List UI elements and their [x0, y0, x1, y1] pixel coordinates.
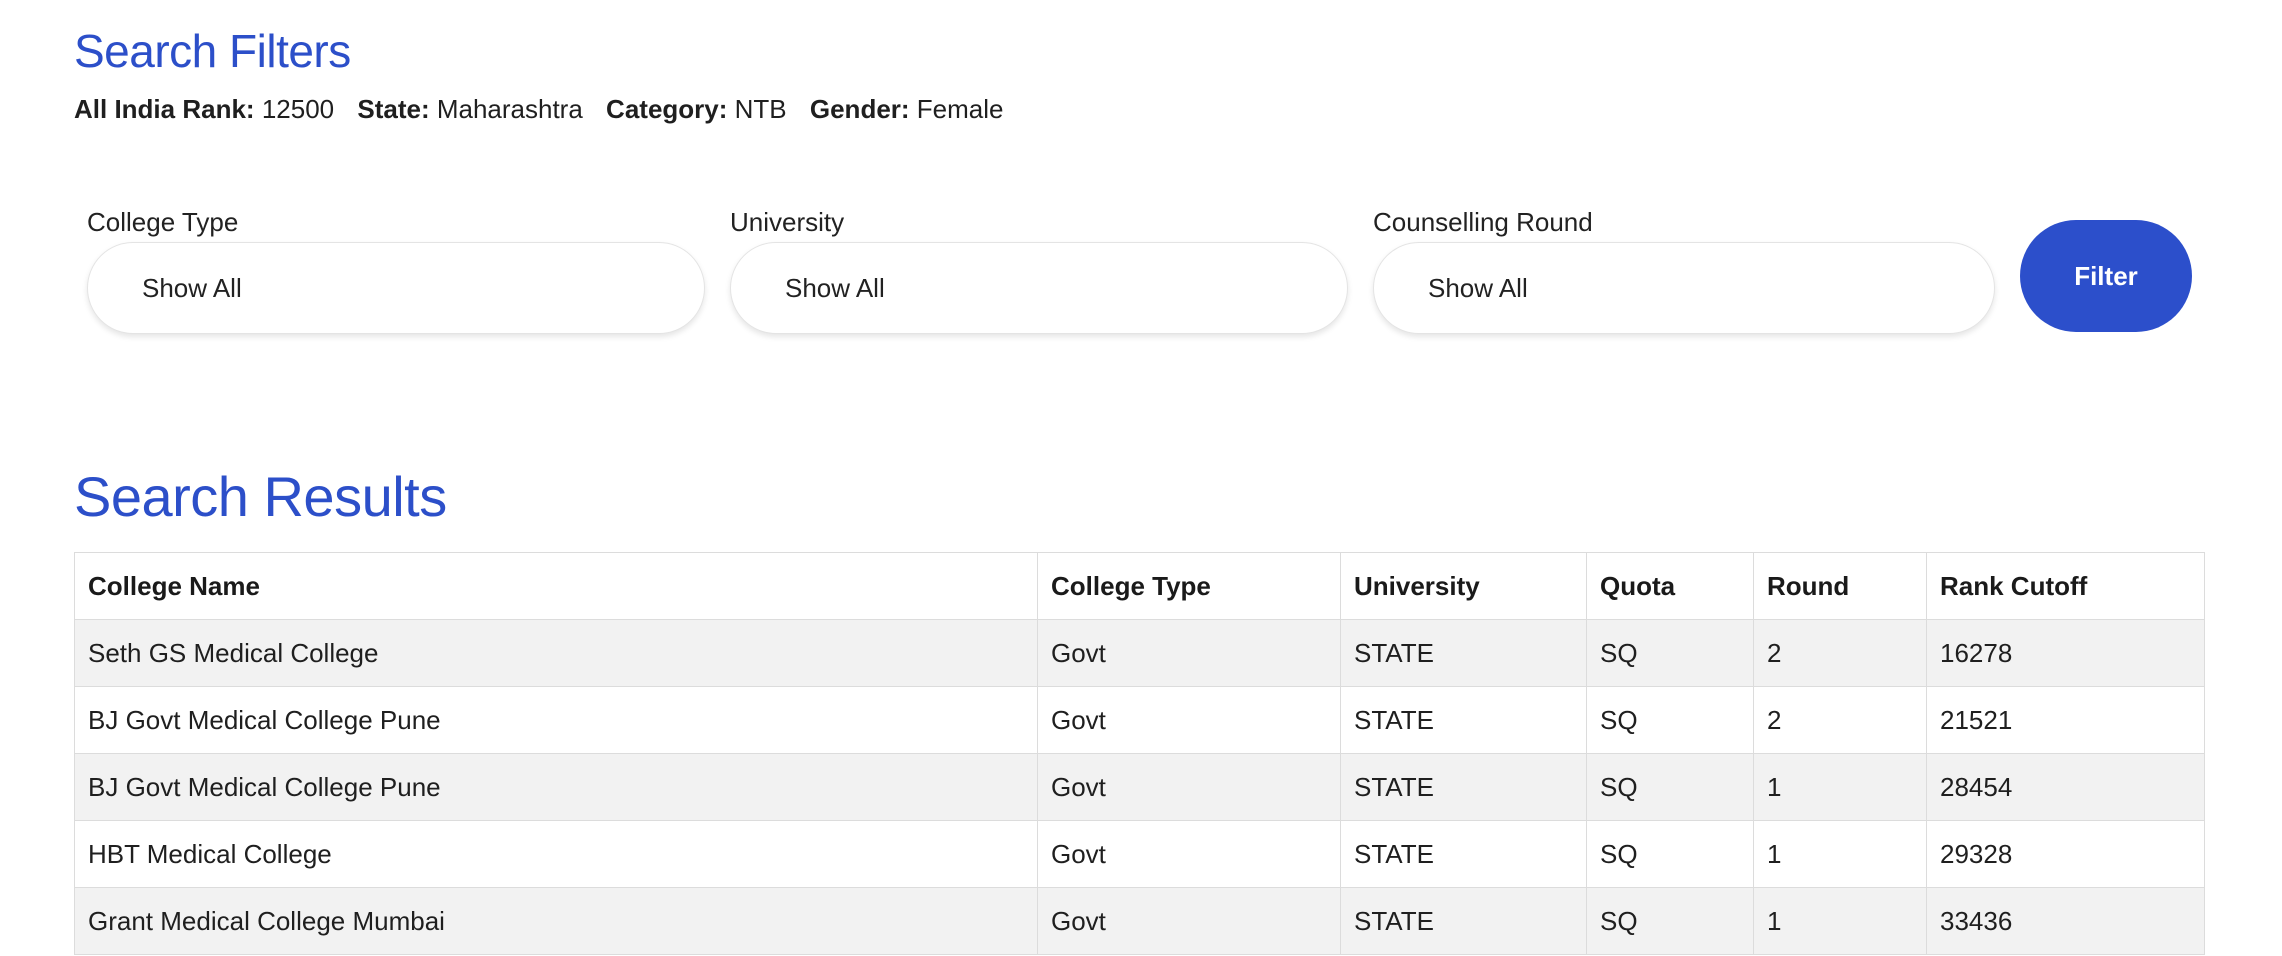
cell-college-name: HBT Medical College — [74, 820, 1038, 888]
gender-value: Female — [916, 94, 1004, 124]
cell-university: STATE — [1340, 753, 1587, 821]
search-filters-title: Search Filters — [74, 25, 351, 77]
column-header-round: Round — [1753, 552, 1927, 620]
cell-rank-cutoff: 21521 — [1926, 686, 2205, 754]
state-summary: State: Maharashtra — [357, 94, 582, 124]
cell-college-type: Govt — [1037, 753, 1341, 821]
cell-college-name: Grant Medical College Mumbai — [74, 887, 1038, 955]
cell-rank-cutoff: 16278 — [1926, 619, 2205, 687]
rank-label: All India Rank: — [74, 94, 255, 124]
cell-round: 1 — [1753, 820, 1927, 888]
cell-college-type: Govt — [1037, 820, 1341, 888]
college-type-label: College Type — [87, 207, 239, 237]
counselling-round-label: Counselling Round — [1373, 207, 1593, 237]
search-results-title: Search Results — [74, 465, 447, 528]
cell-quota: SQ — [1586, 753, 1754, 821]
rank-summary: All India Rank: 12500 — [74, 94, 334, 124]
category-label: Category: — [606, 94, 728, 124]
table-row: HBT Medical College Govt STATE SQ 1 2932… — [74, 820, 2205, 888]
table-row: BJ Govt Medical College Pune Govt STATE … — [74, 753, 2205, 821]
cell-college-name: BJ Govt Medical College Pune — [74, 753, 1038, 821]
cell-round: 1 — [1753, 753, 1927, 821]
rank-value: 12500 — [261, 94, 335, 124]
gender-summary: Gender: Female — [810, 94, 1004, 124]
cell-university: STATE — [1340, 887, 1587, 955]
university-select[interactable]: Show All — [730, 242, 1348, 334]
cell-university: STATE — [1340, 686, 1587, 754]
counselling-round-select[interactable]: Show All — [1373, 242, 1995, 334]
category-value: NTB — [734, 94, 787, 124]
column-header-quota: Quota — [1586, 552, 1754, 620]
state-label: State: — [357, 94, 430, 124]
column-header-college-name: College Name — [74, 552, 1038, 620]
filter-button[interactable]: Filter — [2020, 220, 2192, 332]
cell-round: 1 — [1753, 887, 1927, 955]
cell-university: STATE — [1340, 619, 1587, 687]
cell-college-type: Govt — [1037, 619, 1341, 687]
results-table: College Name College Type University Quo… — [74, 552, 2205, 955]
cell-quota: SQ — [1586, 887, 1754, 955]
cell-quota: SQ — [1586, 686, 1754, 754]
cell-round: 2 — [1753, 619, 1927, 687]
column-header-rank-cutoff: Rank Cutoff — [1926, 552, 2205, 620]
cell-quota: SQ — [1586, 820, 1754, 888]
cell-college-type: Govt — [1037, 686, 1341, 754]
university-label: University — [730, 207, 845, 237]
column-header-college-type: College Type — [1037, 552, 1341, 620]
table-row: Seth GS Medical College Govt STATE SQ 2 … — [74, 619, 2205, 687]
page: Search Filters All India Rank: 12500 Sta… — [0, 0, 2282, 956]
table-header-row: College Name College Type University Quo… — [74, 552, 2205, 620]
cell-round: 2 — [1753, 686, 1927, 754]
cell-rank-cutoff: 33436 — [1926, 887, 2205, 955]
category-summary: Category: NTB — [606, 94, 787, 124]
cell-university: STATE — [1340, 820, 1587, 888]
cell-quota: SQ — [1586, 619, 1754, 687]
cell-college-name: Seth GS Medical College — [74, 619, 1038, 687]
cell-college-type: Govt — [1037, 887, 1341, 955]
cell-rank-cutoff: 28454 — [1926, 753, 2205, 821]
gender-label: Gender: — [809, 94, 910, 124]
college-type-select[interactable]: Show All — [87, 242, 705, 334]
cell-college-name: BJ Govt Medical College Pune — [74, 686, 1038, 754]
column-header-university: University — [1340, 552, 1587, 620]
cell-rank-cutoff: 29328 — [1926, 820, 2205, 888]
search-summary: All India Rank: 12500 State: Maharashtra… — [74, 94, 1020, 125]
state-value: Maharashtra — [436, 94, 583, 124]
table-row: BJ Govt Medical College Pune Govt STATE … — [74, 686, 2205, 754]
table-row: Grant Medical College Mumbai Govt STATE … — [74, 887, 2205, 955]
